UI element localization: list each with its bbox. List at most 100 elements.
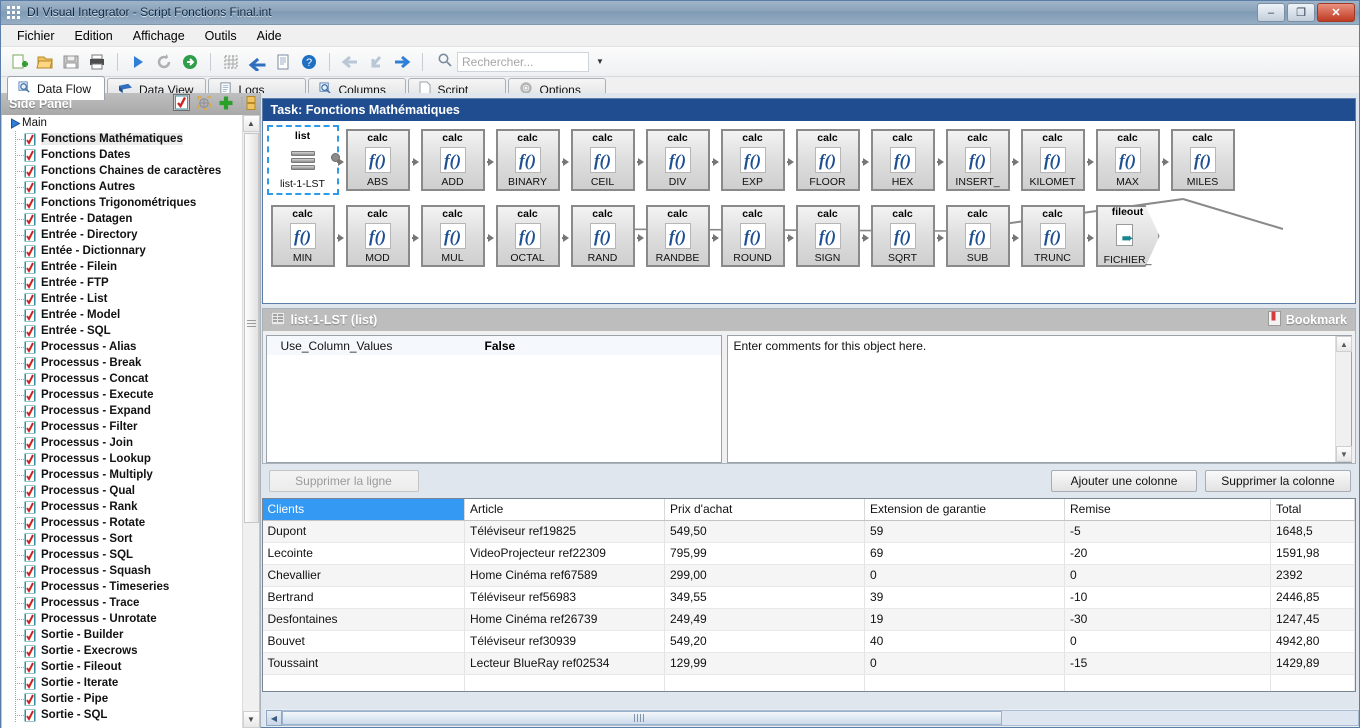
checkmark-item-icon[interactable] [24,565,36,578]
table-row[interactable]: Bertrand Téléviseur ref56983 349,55 39 -10 24… [262,586,1355,609]
flow-node-trunc[interactable]: calc f() TRUNC [1020,205,1085,267]
checkmark-item-icon[interactable] [24,341,36,354]
sidebar-item-entr-e-datagen[interactable]: Entrée - Datagen [2,211,242,227]
flow-node-add[interactable]: calc f() ADD [420,129,485,191]
grid-cell[interactable]: 299,00 [664,564,865,587]
help-icon[interactable]: ? [297,50,321,74]
grid-cell[interactable]: Bouvet [262,630,465,653]
sidebar-item-processus-sql[interactable]: Processus - SQL [2,547,242,563]
checkmark-item-icon[interactable] [24,709,36,722]
flow-node-insert[interactable]: calc f() INSERT_ [945,129,1010,191]
sidebar-item-processus-rotate[interactable]: Processus - Rotate [2,515,242,531]
flow-node-ceil[interactable]: calc f() CEIL [570,129,635,191]
run-icon[interactable] [126,50,150,74]
data-grid-wrapper[interactable]: Clients Article Prix d'achat Extension de g… [261,498,1356,692]
sidebar-item-processus-qual[interactable]: Processus - Qual [2,483,242,499]
table-row[interactable] [262,674,1355,691]
sidebar-item-processus-alias[interactable]: Processus - Alias [2,339,242,355]
comments-box[interactable]: Enter comments for this object here. ▲ ▼ [726,335,1352,463]
grid-cell[interactable]: 19 [864,608,1065,631]
grid-cell[interactable]: -5 [1064,520,1271,543]
forward-icon[interactable] [390,50,414,74]
sidebar-item-sortie-builder[interactable]: Sortie - Builder [2,627,242,643]
checkmark-item-icon[interactable] [24,309,36,322]
checkmark-item-icon[interactable] [24,357,36,370]
sidebar-item-processus-squash[interactable]: Processus - Squash [2,563,242,579]
grid-cell[interactable]: 549,20 [664,630,865,653]
checkmark-item-icon[interactable] [24,181,36,194]
scrollbar-thumb[interactable] [243,133,259,523]
checkmark-item-icon[interactable] [24,597,36,610]
table-row[interactable]: Lecointe VideoProjecteur ref22309 795,99 69… [262,542,1355,565]
sidebar-item-processus-timeseries[interactable]: Processus - Timeseries [2,579,242,595]
menu-item-outils[interactable]: Outils [195,27,247,45]
grid-cell[interactable]: Bertrand [262,586,465,609]
sidebar-scrollbar[interactable]: ▲ ▼ [241,115,259,728]
grid-cell[interactable] [664,674,865,691]
checkmark-item-icon[interactable] [24,437,36,450]
sidebar-item-entr-e-list[interactable]: Entrée - List [2,291,242,307]
grid-cell[interactable]: Toussaint [262,652,465,675]
flow-node-floor[interactable]: calc f() FLOOR [795,129,860,191]
sidebar-item-processus-concat[interactable]: Processus - Concat [2,371,242,387]
grid-cell[interactable]: Téléviseur ref56983 [464,586,665,609]
sidebar-item-processus-expand[interactable]: Processus - Expand [2,403,242,419]
checkmark-item-icon[interactable] [24,645,36,658]
delete-row-button[interactable]: Supprimer la ligne [268,470,419,492]
grid-cell[interactable]: Home Cinéma ref26739 [464,608,665,631]
grid-cell[interactable]: 129,99 [664,652,865,675]
checkmark-item-icon[interactable] [24,197,36,210]
sidebar-item-entr-e-model[interactable]: Entrée - Model [2,307,242,323]
step-icon[interactable] [178,50,202,74]
bookmark-button[interactable]: Bookmark [1267,311,1347,329]
open-icon[interactable] [33,50,57,74]
sidebar-item-processus-execute[interactable]: Processus - Execute [2,387,242,403]
grid-cell[interactable]: Desfontaines [262,608,465,631]
sidebar-item-processus-multiply[interactable]: Processus - Multiply [2,467,242,483]
flow-node-sub[interactable]: calc f() SUB [945,205,1010,267]
checkmark-item-icon[interactable] [24,453,36,466]
grid-cell[interactable]: 0 [1064,564,1271,587]
print-icon[interactable] [85,50,109,74]
sidebar-item-processus-unrotate[interactable]: Processus - Unrotate [2,611,242,627]
grid-cell[interactable]: 1648,5 [1270,520,1355,543]
grid-header-article[interactable]: Article [464,499,665,521]
grid-header-clients[interactable]: Clients [262,499,465,521]
refresh-icon[interactable] [152,50,176,74]
flow-node-mod[interactable]: calc f() MOD [345,205,410,267]
grid-icon[interactable] [219,50,243,74]
flow-node-abs[interactable]: calc f() ABS [345,129,410,191]
hscroll-track[interactable] [282,710,1359,726]
grid-cell[interactable]: 349,55 [664,586,865,609]
sidebar-item-ent-e-dictionnary[interactable]: Entée - Dictionnary [2,243,242,259]
flow-node-octal[interactable]: calc f() OCTAL [495,205,560,267]
sidebar-item-sortie-sql[interactable]: Sortie - SQL [2,707,242,723]
add-plus-icon[interactable] [218,95,234,114]
table-row[interactable]: Desfontaines Home Cinéma ref26739 249,49 19… [262,608,1355,631]
sidebar-item-processus-lookup[interactable]: Processus - Lookup [2,451,242,467]
grid-cell[interactable] [1270,674,1355,691]
document-icon[interactable] [271,50,295,74]
checkmark-item-icon[interactable] [24,677,36,690]
sidebar-item-processus-sort[interactable]: Processus - Sort [2,531,242,547]
table-row[interactable]: Bouvet Téléviseur ref30939 549,20 40 0 4942,8… [262,630,1355,653]
flow-node-hex[interactable]: calc f() HEX [870,129,935,191]
checkmark-item-icon[interactable] [24,581,36,594]
grid-cell[interactable]: 249,49 [664,608,865,631]
grid-cell[interactable]: -10 [1064,586,1271,609]
tree-root-main[interactable]: Main [2,115,242,131]
grid-cell[interactable]: Chevallier [262,564,465,587]
sidebar-item-fonctions-chaines-de-caract-res[interactable]: Fonctions Chaines de caractères [2,163,242,179]
grid-cell[interactable]: 1429,89 [1270,652,1355,675]
grid-cell[interactable]: 1591,98 [1270,542,1355,565]
organize-icon[interactable] [240,95,256,114]
checkmark-item-icon[interactable] [24,261,36,274]
sidebar-item-fonctions-trigonom-triques[interactable]: Fonctions Trigonométriques [2,195,242,211]
down-left-icon[interactable] [364,50,388,74]
sidebar-item-processus-filter[interactable]: Processus - Filter [2,419,242,435]
checkmark-item-icon[interactable] [24,661,36,674]
sidebar-item-entr-e-filein[interactable]: Entrée - Filein [2,259,242,275]
property-grid[interactable]: Use_Column_Values False [265,335,722,463]
close-button[interactable]: ✕ [1317,3,1355,22]
property-row[interactable]: Use_Column_Values False [266,336,721,355]
